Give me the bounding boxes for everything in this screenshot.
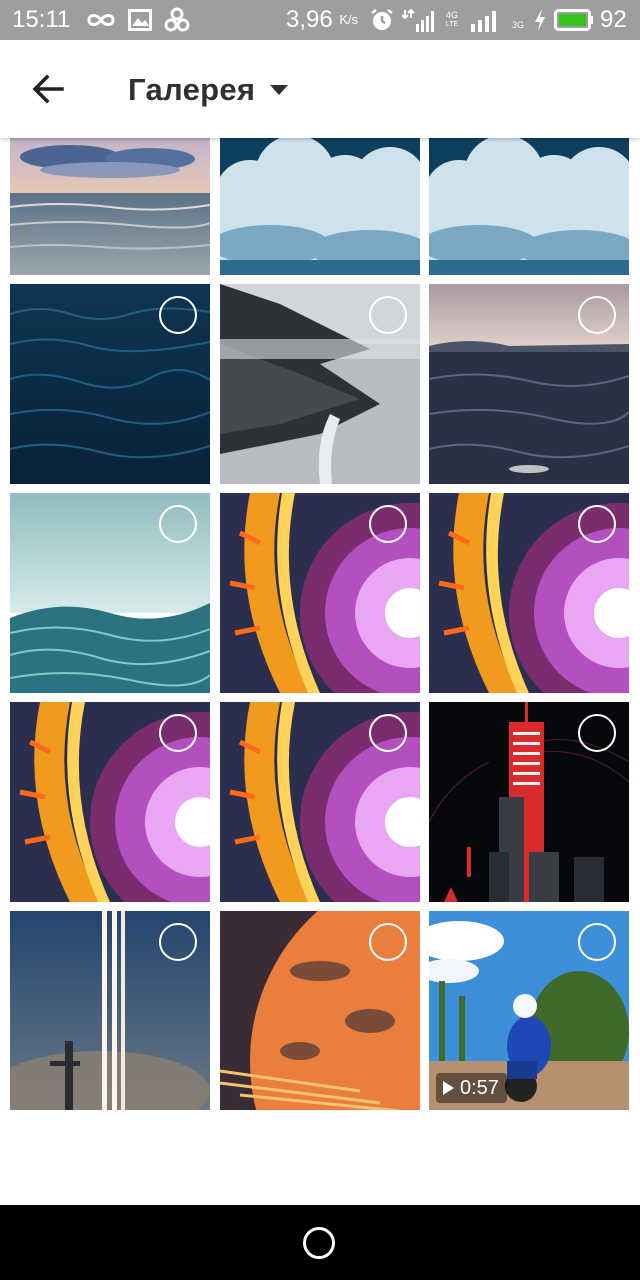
select-circle[interactable] (369, 923, 407, 961)
status-time: 15:11 (12, 6, 71, 33)
select-circle[interactable] (159, 296, 197, 334)
select-circle[interactable] (159, 923, 197, 961)
album-selector[interactable]: Галерея (128, 70, 289, 110)
select-circle[interactable] (159, 505, 197, 543)
play-icon (443, 1081, 454, 1095)
media-tile[interactable] (429, 702, 629, 902)
select-circle[interactable] (578, 923, 616, 961)
media-tile[interactable] (220, 138, 420, 275)
media-tile[interactable] (429, 284, 629, 484)
pinwheel-icon (164, 7, 190, 32)
charging-icon (535, 9, 545, 31)
media-tile[interactable] (220, 493, 420, 693)
media-tile[interactable] (220, 911, 420, 1110)
video-duration: 0:57 (460, 1076, 499, 1099)
media-tile[interactable] (429, 138, 629, 275)
media-tile[interactable] (10, 138, 210, 275)
select-circle[interactable] (578, 714, 616, 752)
media-tile[interactable] (220, 284, 420, 484)
network-speed: 3,96 K/s (286, 5, 358, 35)
media-tile[interactable] (10, 284, 210, 484)
network-lte-label: LTE (445, 21, 459, 28)
ocean-sunset-image (10, 138, 210, 275)
network-speed-value: 3,96 (286, 6, 333, 33)
battery-icon (554, 9, 593, 31)
home-circle-icon[interactable] (303, 1227, 335, 1259)
arrow-left-icon (32, 74, 64, 104)
select-circle[interactable] (369, 714, 407, 752)
network-type-4g: 4G LTE (444, 11, 460, 29)
clouds-image (429, 138, 629, 275)
page-title: Галерея (128, 72, 256, 107)
signal-icon (471, 11, 496, 32)
media-tile[interactable]: 0:57 (429, 911, 629, 1110)
back-button[interactable] (22, 65, 74, 113)
system-nav-bar (0, 1205, 640, 1280)
network-3g-label: 3G (511, 19, 524, 30)
status-right-icons: 4G LTE 3G (370, 7, 594, 33)
media-tile[interactable] (10, 911, 210, 1110)
media-tile[interactable] (429, 493, 629, 693)
caret-down-icon (270, 85, 289, 95)
battery-percent: 92 (600, 6, 627, 33)
image-icon (128, 9, 152, 31)
app-bar: Галерея (0, 40, 640, 138)
video-duration-badge: 0:57 (436, 1073, 507, 1103)
media-tile[interactable] (220, 702, 420, 902)
select-circle[interactable] (578, 505, 616, 543)
status-bar: 15:11 3,96 K/s 4G LTE 3G 92 (0, 0, 640, 40)
media-tile[interactable] (10, 493, 210, 693)
media-tile[interactable] (10, 702, 210, 902)
status-left-icons (86, 7, 190, 33)
network-speed-unit: K/s (339, 12, 359, 27)
clouds-image (220, 138, 420, 275)
select-circle[interactable] (369, 296, 407, 334)
select-circle[interactable] (369, 505, 407, 543)
media-grid: 0:57 (0, 138, 640, 1110)
infinity-icon (87, 14, 115, 26)
signal-icon (402, 8, 434, 32)
alarm-icon (371, 9, 393, 30)
select-circle[interactable] (578, 296, 616, 334)
network-4g-label: 4G (445, 10, 458, 20)
select-circle[interactable] (159, 714, 197, 752)
